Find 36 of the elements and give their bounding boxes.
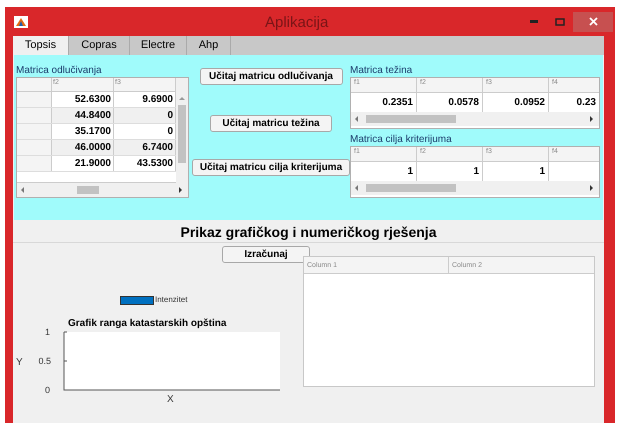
horizontal-scrollbar[interactable] [351, 112, 599, 126]
load-button[interactable]: Učitaj matricu težina [210, 115, 332, 132]
row-header[interactable] [17, 108, 52, 123]
load-button[interactable]: Učitaj matricu odlučivanja [200, 68, 342, 85]
load-button[interactable]: Učitaj matricu cilja kriterijuma [192, 159, 350, 176]
minimize-icon [530, 20, 538, 23]
app-icon [14, 16, 28, 28]
close-button[interactable] [573, 12, 613, 32]
x-axis-label: X [167, 393, 174, 407]
section-heading: Prikaz grafičkog i numeričkog rješenja [13, 222, 604, 243]
calculate-button[interactable]: Izračunaj [222, 246, 310, 263]
tick-label: 0.5 [37, 355, 51, 368]
tab[interactable]: Topsis [13, 36, 69, 55]
table-cell: 0 [114, 108, 176, 123]
window-title: Aplikacija [265, 13, 328, 33]
legend-label: Intenzitet [155, 294, 188, 306]
row-header[interactable] [17, 140, 52, 155]
row-header[interactable] [17, 124, 52, 139]
chart-title: Grafik ranga katastarskih opština [68, 317, 226, 331]
table-cell: 46.0000 [52, 140, 114, 155]
row-header[interactable] [17, 92, 52, 107]
horizontal-scrollbar[interactable] [351, 181, 599, 195]
matrix-label: Matrica odlučivanja [16, 65, 103, 77]
close-icon [588, 17, 598, 26]
maximize-icon [555, 18, 565, 26]
matrix-label: Matrica težina [350, 65, 414, 77]
y-axis-label: Y [16, 356, 23, 370]
matrix-label: Matrica cilja kriterijuma [350, 134, 453, 146]
table-cell: 6.7400 [114, 140, 176, 155]
vertical-scrollbar[interactable] [176, 78, 188, 183]
tick-label: 0 [44, 384, 50, 397]
table-cell: 44.8400 [52, 108, 114, 123]
row-header[interactable] [17, 156, 52, 171]
table-cell-text: 0.23 [576, 96, 597, 110]
horizontal-scrollbar[interactable] [17, 183, 188, 197]
tick-label: 1 [44, 326, 50, 339]
